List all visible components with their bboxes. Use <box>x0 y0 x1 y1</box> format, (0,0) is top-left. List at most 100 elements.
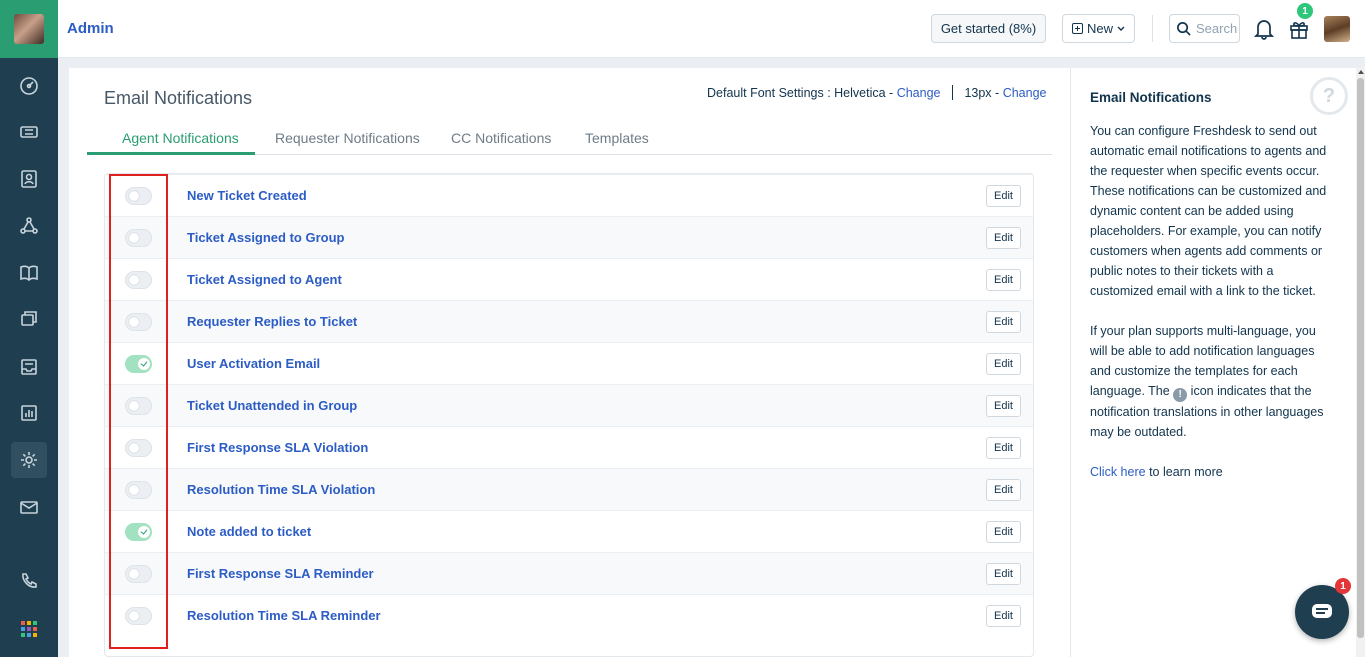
notification-name-link[interactable]: New Ticket Created <box>187 188 307 203</box>
notification-name-link[interactable]: Resolution Time SLA Violation <box>187 482 375 497</box>
change-size-link[interactable]: Change <box>1003 86 1047 100</box>
chevron-down-icon <box>1117 26 1125 31</box>
notification-name-link[interactable]: First Response SLA Reminder <box>187 566 374 581</box>
notification-row: New Ticket Created Edit <box>105 174 1033 216</box>
email-icon[interactable] <box>11 489 47 525</box>
help-icon[interactable]: ? <box>1310 77 1348 115</box>
inbox-icon[interactable] <box>11 349 47 385</box>
edit-button[interactable]: Edit <box>986 437 1021 459</box>
notification-toggle[interactable] <box>125 439 152 457</box>
learn-more: Click here to learn more <box>1090 462 1336 482</box>
notification-row: Resolution Time SLA Violation Edit <box>105 468 1033 510</box>
notification-toggle[interactable] <box>125 397 152 415</box>
notification-row: Note added to ticket Edit <box>105 510 1033 552</box>
apps-grid-icon[interactable] <box>11 611 47 647</box>
click-here-link[interactable]: Click here <box>1090 465 1146 479</box>
social-icon[interactable] <box>11 208 47 244</box>
notification-toggle[interactable] <box>125 187 152 205</box>
reports-icon[interactable] <box>11 395 47 431</box>
notification-name-link[interactable]: User Activation Email <box>187 356 320 371</box>
notification-row: Ticket Unattended in Group Edit <box>105 384 1033 426</box>
contacts-icon[interactable] <box>11 161 47 197</box>
notification-name-link[interactable]: Requester Replies to Ticket <box>187 314 357 329</box>
search-placeholder: Search <box>1196 21 1238 36</box>
notification-name-link[interactable]: First Response SLA Violation <box>187 440 368 455</box>
chat-badge: 1 <box>1335 578 1351 594</box>
notification-row: Resolution Time SLA Reminder Edit <box>105 594 1033 636</box>
edit-button[interactable]: Edit <box>986 311 1021 333</box>
tab-templates[interactable]: Templates <box>585 130 649 146</box>
solutions-icon[interactable] <box>11 255 47 291</box>
notification-name-link[interactable]: Note added to ticket <box>187 524 311 539</box>
notification-toggle[interactable] <box>125 313 152 331</box>
toggle-knob <box>129 191 139 201</box>
notification-name-link[interactable]: Resolution Time SLA Reminder <box>187 608 381 623</box>
edit-button[interactable]: Edit <box>986 353 1021 375</box>
font-settings-divider <box>951 85 953 100</box>
toggle-knob <box>129 401 139 411</box>
toggle-knob <box>129 275 139 285</box>
toggle-knob <box>129 485 139 495</box>
bell-icon[interactable] <box>1254 18 1274 40</box>
tickets-icon[interactable] <box>11 114 47 150</box>
new-button-label: New <box>1086 21 1113 36</box>
active-tab-indicator <box>87 152 255 155</box>
edit-button[interactable]: Edit <box>986 563 1021 585</box>
tab-requester-notifications[interactable]: Requester Notifications <box>275 130 420 146</box>
change-font-link[interactable]: Change <box>897 86 941 100</box>
toggle-knob <box>129 233 139 243</box>
scroll-up-arrow[interactable] <box>1358 70 1364 74</box>
gift-icon[interactable] <box>1288 18 1310 40</box>
plus-icon <box>1071 23 1083 34</box>
toggle-knob <box>138 526 150 538</box>
notification-toggle[interactable] <box>125 607 152 625</box>
notification-row: Ticket Assigned to Agent Edit <box>105 258 1033 300</box>
edit-button[interactable]: Edit <box>986 605 1021 627</box>
notification-list: New Ticket Created Edit Ticket Assigned to… <box>104 173 1034 657</box>
notification-row: First Response SLA Reminder Edit <box>105 552 1033 594</box>
left-sidebar <box>0 0 58 657</box>
notification-name-link[interactable]: Ticket Unattended in Group <box>187 398 357 413</box>
notification-row: First Response SLA Violation Edit <box>105 426 1033 468</box>
edit-button[interactable]: Edit <box>986 479 1021 501</box>
notification-row: Ticket Assigned to Group Edit <box>105 216 1033 258</box>
learn-more-suffix: to learn more <box>1149 465 1223 479</box>
edit-button[interactable]: Edit <box>986 395 1021 417</box>
phone-icon[interactable] <box>11 563 47 599</box>
tab-cc-notifications[interactable]: CC Notifications <box>451 130 551 146</box>
dashboard-icon[interactable] <box>11 68 47 104</box>
admin-gear-icon[interactable] <box>11 442 47 478</box>
font-size-label: 13px - <box>964 86 1000 100</box>
notification-toggle[interactable] <box>125 481 152 499</box>
profile-logo[interactable] <box>0 0 58 58</box>
outdated-warning-icon: ! <box>1173 388 1188 402</box>
top-header: Admin Get started (8%) New Search 1 <box>58 0 1365 58</box>
tab-agent-notifications[interactable]: Agent Notifications <box>122 130 239 146</box>
side-paragraph-2: If your plan supports multi-language, yo… <box>1090 321 1336 442</box>
notification-name-link[interactable]: Ticket Assigned to Agent <box>187 272 342 287</box>
get-started-button[interactable]: Get started (8%) <box>931 14 1046 43</box>
toggle-knob <box>138 358 150 370</box>
notification-name-link[interactable]: Ticket Assigned to Group <box>187 230 344 245</box>
notification-toggle[interactable] <box>125 355 152 373</box>
search-input[interactable]: Search <box>1169 14 1240 43</box>
notification-toggle[interactable] <box>125 271 152 289</box>
page-scrollbar[interactable] <box>1356 68 1365 657</box>
scrollbar-thumb[interactable] <box>1357 78 1364 638</box>
notification-row: User Activation Email Edit <box>105 342 1033 384</box>
user-avatar[interactable] <box>1324 16 1350 42</box>
notification-toggle[interactable] <box>125 523 152 541</box>
notification-toggle[interactable] <box>125 229 152 247</box>
font-settings-label: Default Font Settings : Helvetica - <box>707 86 894 100</box>
forums-icon[interactable] <box>11 301 47 337</box>
edit-button[interactable]: Edit <box>986 521 1021 543</box>
new-button[interactable]: New <box>1062 14 1135 43</box>
toggle-knob <box>129 443 139 453</box>
side-panel-title: Email Notifications <box>1090 90 1212 105</box>
edit-button[interactable]: Edit <box>986 227 1021 249</box>
chat-icon <box>1312 604 1332 618</box>
page-title: Email Notifications <box>104 88 253 108</box>
edit-button[interactable]: Edit <box>986 269 1021 291</box>
edit-button[interactable]: Edit <box>986 185 1021 207</box>
notification-toggle[interactable] <box>125 565 152 583</box>
